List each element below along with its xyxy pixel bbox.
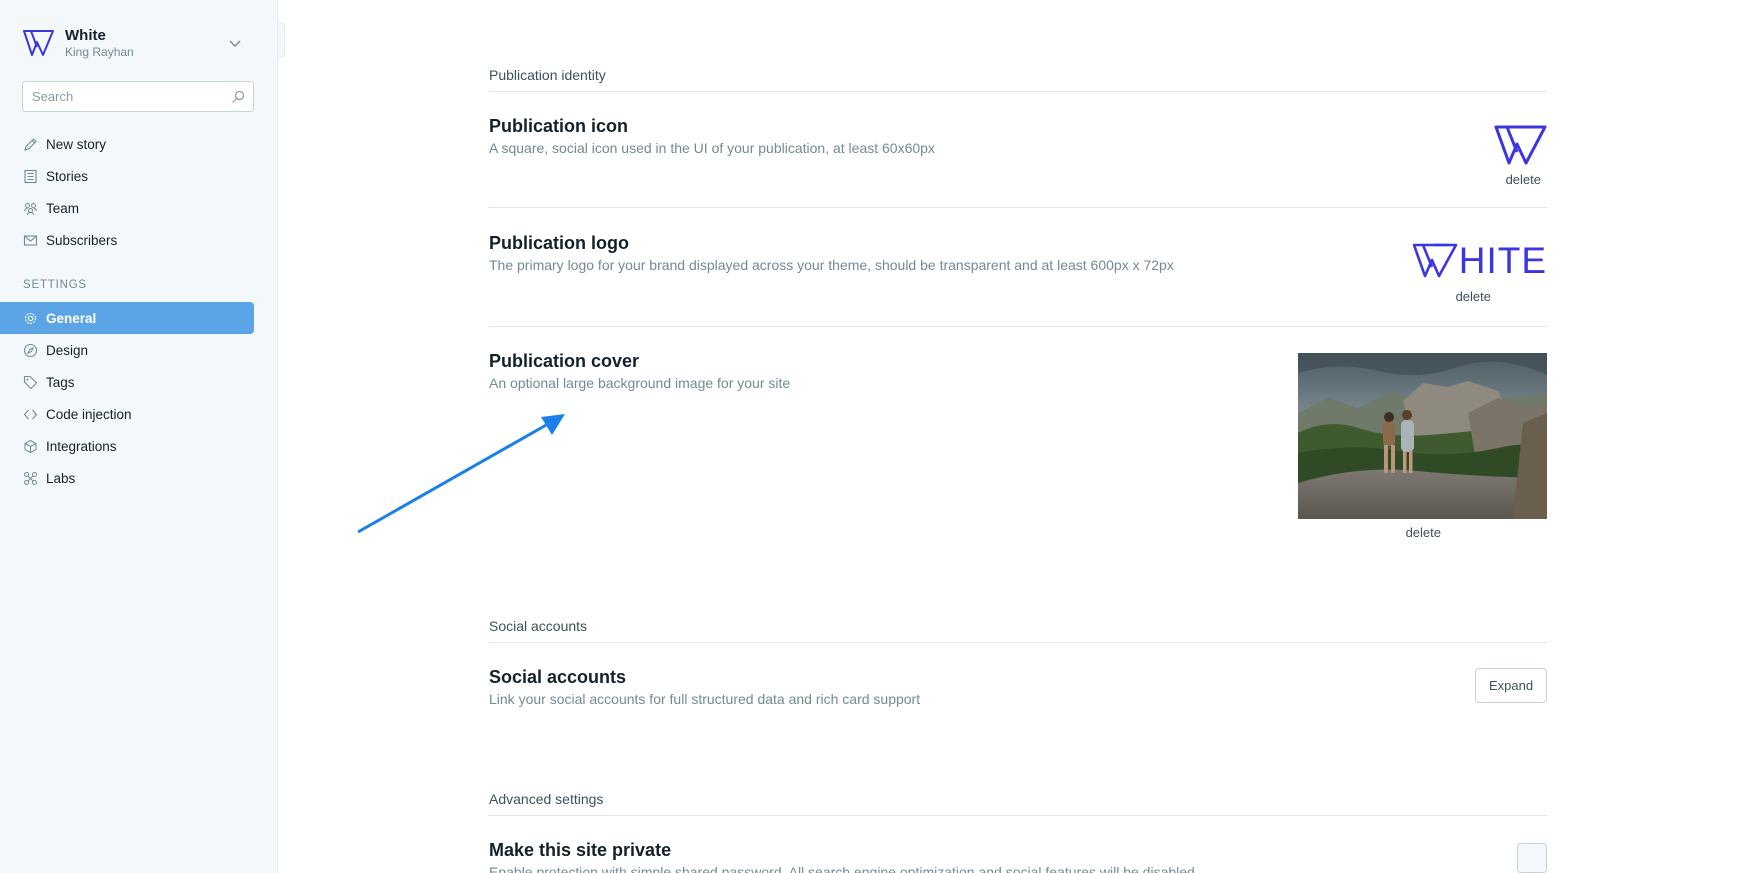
nav-label: Design	[46, 342, 89, 358]
logo-wordmark: HITE	[1458, 240, 1547, 281]
nav-labs[interactable]: Labs	[0, 462, 254, 494]
annotation-arrow-icon	[357, 414, 565, 534]
nav-label: Tags	[46, 374, 75, 390]
app-window: White King Rayhan New story Stories	[0, 0, 1758, 873]
settings-section-label: SETTINGS	[23, 279, 87, 291]
compass-icon	[23, 343, 38, 357]
nav-label: Team	[46, 200, 80, 216]
delete-logo-link[interactable]: delete	[1456, 289, 1491, 304]
publication-cover-image[interactable]	[1298, 353, 1547, 519]
team-icon	[24, 202, 37, 215]
private-site-description: Enable protection with simple shared pas…	[489, 864, 1195, 873]
advanced-group-title: Advanced settings	[489, 791, 604, 807]
publication-logo-image[interactable]: HITE	[1412, 242, 1547, 280]
social-accounts-title: Social accounts	[489, 667, 627, 687]
nav-label: Subscribers	[46, 232, 118, 248]
list-icon	[24, 169, 37, 183]
private-site-toggle[interactable]	[1517, 843, 1547, 873]
logo-mark-icon	[1412, 243, 1458, 278]
search-input[interactable]	[23, 89, 231, 104]
nav-label: Stories	[46, 168, 89, 184]
publication-icon-title: Publication icon	[489, 116, 629, 136]
nav-label: New story	[46, 136, 107, 152]
social-accounts-description: Link your social accounts for full struc…	[489, 691, 921, 707]
publication-cover-title: Publication cover	[489, 351, 640, 371]
pencil-icon	[24, 137, 37, 151]
user-name: King Rayhan	[65, 44, 134, 59]
sidebar-edge-tab	[278, 22, 285, 58]
nav-stories[interactable]: Stories	[0, 160, 254, 192]
nav-label: Integrations	[46, 438, 117, 454]
code-icon	[23, 409, 38, 419]
nav-subscribers[interactable]: Subscribers	[0, 224, 254, 256]
expand-button[interactable]: Expand	[1475, 668, 1547, 703]
delete-icon-link[interactable]: delete	[1506, 172, 1541, 187]
box-icon	[24, 439, 37, 453]
publication-logo-description: The primary logo for your brand displaye…	[489, 257, 1174, 273]
brand-logo-icon	[23, 30, 54, 56]
publication-icon-image[interactable]	[1494, 124, 1547, 166]
publication-switcher[interactable]: White King Rayhan	[22, 25, 250, 61]
nav-design[interactable]: Design	[0, 334, 254, 366]
gear-icon	[24, 312, 37, 324]
nav-code-injection[interactable]: Code injection	[0, 398, 254, 430]
nav-tags[interactable]: Tags	[0, 366, 254, 398]
identity-group-title: Publication identity	[489, 67, 606, 83]
social-group-title: Social accounts	[489, 618, 588, 634]
publication-logo-title: Publication logo	[489, 233, 629, 253]
delete-cover-link[interactable]: delete	[1406, 525, 1441, 540]
cover-photo-landscape	[1298, 353, 1547, 519]
publication-name: White	[65, 26, 106, 44]
nav-team[interactable]: Team	[0, 192, 254, 224]
mail-icon	[23, 234, 38, 246]
divider	[489, 815, 1547, 816]
private-site-title: Make this site private	[489, 840, 672, 860]
search-box[interactable]	[22, 81, 254, 112]
divider	[489, 91, 1547, 92]
nav-general[interactable]: General	[0, 302, 254, 334]
nav-label: Code injection	[46, 406, 132, 422]
chevron-down-icon	[229, 40, 241, 47]
sidebar: White King Rayhan New story Stories	[0, 0, 278, 873]
nav-integrations[interactable]: Integrations	[0, 430, 254, 462]
divider	[489, 207, 1547, 208]
main-nav: New story Stories Team Subscribers	[0, 128, 254, 256]
publication-icon-description: A square, social icon used in the UI of …	[489, 140, 935, 156]
nav-label: General	[46, 310, 97, 326]
nav-label: Labs	[46, 470, 76, 486]
publication-cover-description: An optional large background image for y…	[489, 375, 791, 391]
nav-new-story[interactable]: New story	[0, 128, 254, 160]
labs-icon	[24, 471, 37, 485]
divider	[489, 642, 1547, 643]
settings-nav: General Design Tags Code injection Integ…	[0, 302, 254, 494]
divider	[489, 326, 1547, 327]
tag-icon	[23, 375, 38, 389]
search-icon[interactable]	[231, 90, 245, 104]
